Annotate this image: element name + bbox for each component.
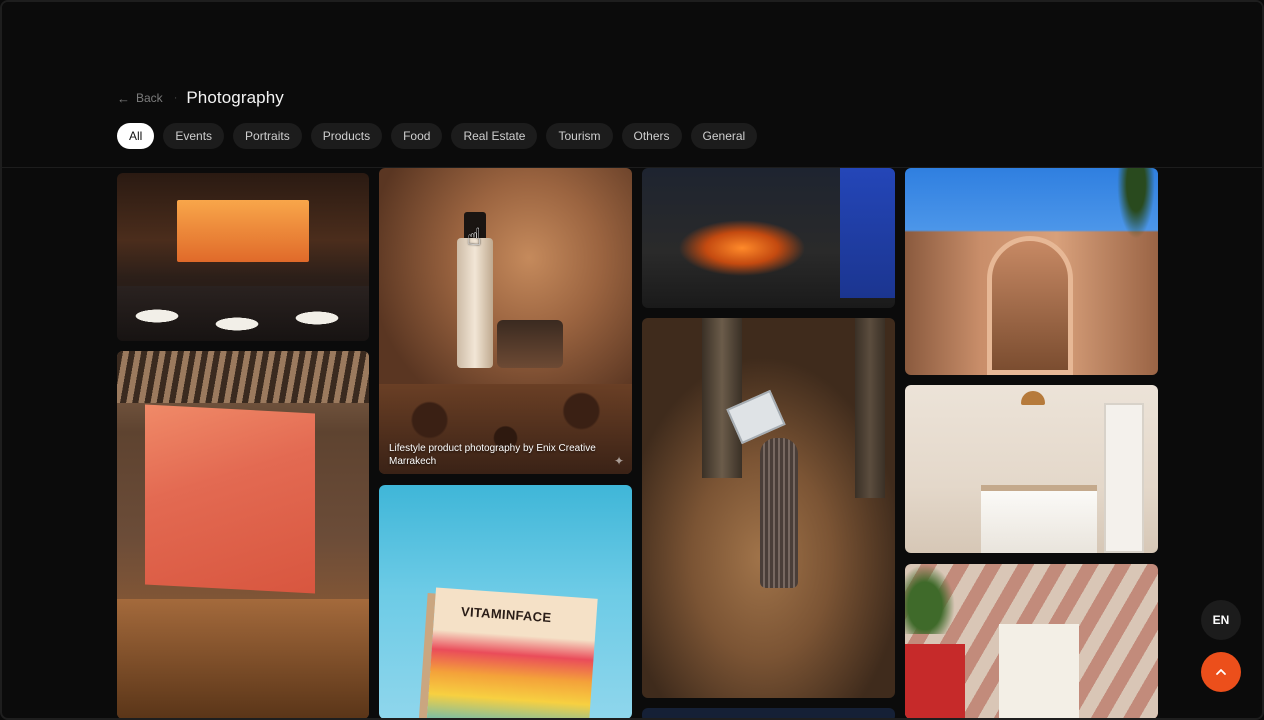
product-jar bbox=[497, 320, 563, 368]
filter-chip-events[interactable]: Events bbox=[163, 123, 225, 149]
filter-chip-food[interactable]: Food bbox=[391, 123, 443, 149]
app-window: Lifestyle product photography by Enix Cr… bbox=[0, 0, 1264, 720]
projection-screen bbox=[145, 404, 315, 594]
photo-moroccan-archway[interactable] bbox=[905, 168, 1158, 375]
red-sofa bbox=[905, 644, 965, 718]
blue-sleeve bbox=[840, 168, 895, 298]
photo-lifestyle-product[interactable]: Lifestyle product photography by Enix Cr… bbox=[379, 168, 632, 474]
filter-chip-general[interactable]: General bbox=[690, 123, 758, 149]
walking-man bbox=[760, 438, 798, 588]
archway-door bbox=[987, 236, 1073, 375]
palm-tree bbox=[1114, 168, 1158, 248]
arrow-left-icon: ← bbox=[117, 90, 130, 106]
filter-chip-real-estate[interactable]: Real Estate bbox=[451, 123, 538, 149]
filter-chip-tourism[interactable]: Tourism bbox=[546, 123, 613, 149]
breadcrumb: ← Back · Photography bbox=[117, 86, 284, 110]
photo-cooking-fire[interactable] bbox=[642, 168, 895, 308]
photo-partial[interactable] bbox=[642, 708, 895, 718]
scroll-to-top-button[interactable] bbox=[1201, 652, 1241, 692]
language-switcher-button[interactable]: EN bbox=[1201, 600, 1241, 640]
page-title: Photography bbox=[186, 88, 284, 107]
filter-chip-all[interactable]: All bbox=[117, 123, 155, 149]
page-header: ← Back · Photography All Events Portrait… bbox=[2, 2, 1262, 168]
chevron-up-icon bbox=[1216, 669, 1226, 675]
filter-chip-others[interactable]: Others bbox=[621, 123, 682, 149]
photo-conference-panel[interactable] bbox=[117, 351, 369, 718]
pendant-lamp bbox=[1021, 391, 1045, 405]
filter-chip-portraits[interactable]: Portraits bbox=[233, 123, 302, 149]
tree-trunk bbox=[702, 318, 742, 478]
back-label: Back bbox=[136, 91, 163, 105]
potted-plant bbox=[905, 564, 955, 634]
bed bbox=[981, 485, 1097, 553]
breakfast-table bbox=[999, 624, 1079, 718]
banquet-tables bbox=[117, 286, 369, 341]
photo-man-carrying-tv[interactable] bbox=[642, 318, 895, 698]
photo-caption: Lifestyle product photography by Enix Cr… bbox=[389, 443, 596, 467]
wood-slat-ceiling bbox=[117, 351, 369, 403]
photo-bedroom-interior[interactable] bbox=[905, 385, 1158, 553]
filter-chip-products[interactable]: Products bbox=[310, 123, 383, 149]
category-filter-bar: All Events Portraits Products Food Real … bbox=[117, 123, 758, 149]
photo-terrace-breakfast[interactable] bbox=[905, 564, 1158, 718]
sparkle-icon: ✦ bbox=[613, 454, 624, 468]
breadcrumb-separator: · bbox=[173, 92, 178, 104]
white-door bbox=[1104, 403, 1144, 553]
photo-vitaminface-packaging[interactable]: VITAMINFACE bbox=[379, 485, 632, 718]
product-bottle bbox=[457, 238, 493, 368]
photo-conference-hall[interactable] bbox=[117, 173, 369, 341]
stage-floor bbox=[117, 599, 369, 718]
projection-screen bbox=[177, 200, 309, 262]
back-link[interactable]: ← Back bbox=[117, 91, 163, 106]
tree-trunk bbox=[855, 318, 885, 498]
